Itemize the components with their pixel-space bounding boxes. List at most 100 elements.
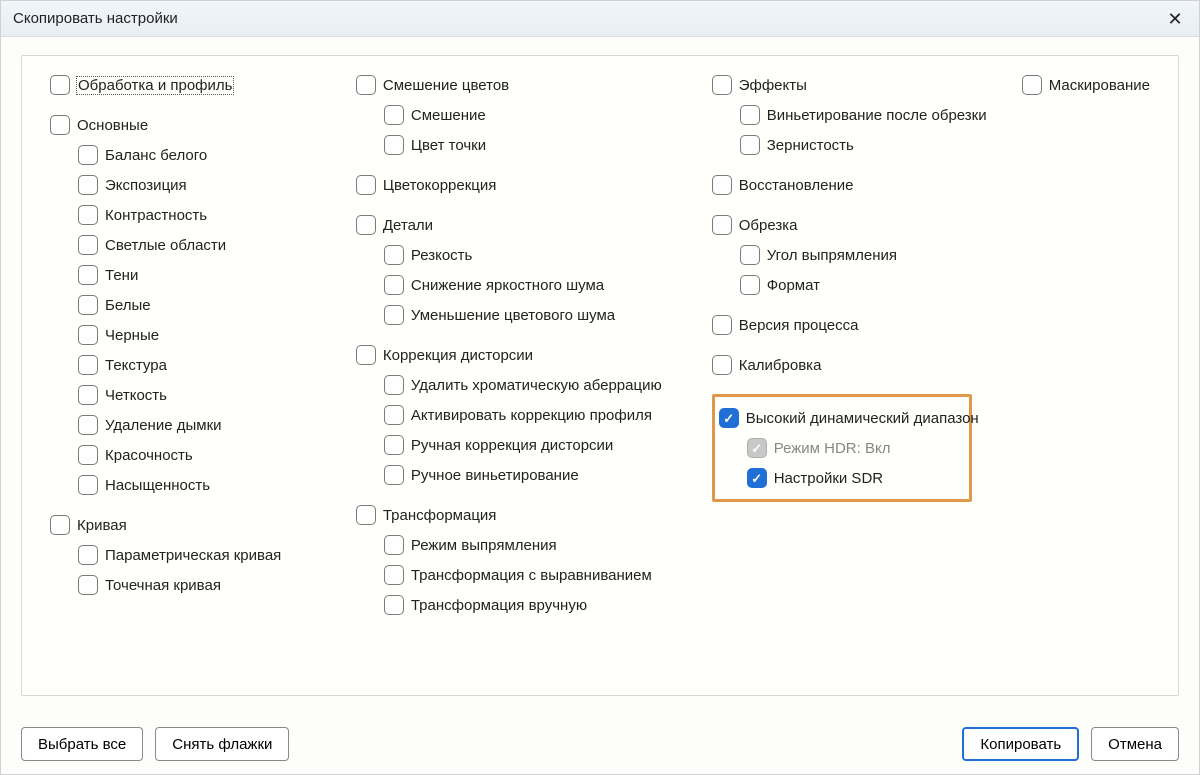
label-whites[interactable]: Белые	[105, 297, 151, 314]
options-panel: Обработка и профиль Основные Баланс бело…	[21, 55, 1179, 696]
label-angle[interactable]: Угол выпрямления	[767, 247, 897, 264]
label-manual-vig[interactable]: Ручное виньетирование	[411, 467, 579, 484]
label-blacks[interactable]: Черные	[105, 327, 159, 344]
checkbox-aspect[interactable]	[740, 275, 760, 295]
checkbox-point[interactable]	[78, 575, 98, 595]
label-basic[interactable]: Основные	[77, 117, 148, 134]
label-ca[interactable]: Удалить хроматическую аберрацию	[411, 377, 662, 394]
label-colormix[interactable]: Смешение цветов	[383, 77, 509, 94]
checkbox-grain[interactable]	[740, 135, 760, 155]
checkbox-blacks[interactable]	[78, 325, 98, 345]
checkbox-effects[interactable]	[712, 75, 732, 95]
checkbox-vibrance[interactable]	[78, 445, 98, 465]
checkbox-saturation[interactable]	[78, 475, 98, 495]
label-hdr[interactable]: Высокий динамический диапазон	[746, 410, 979, 427]
checkbox-exposure[interactable]	[78, 175, 98, 195]
label-shadows[interactable]: Тени	[105, 267, 138, 284]
label-vibrance[interactable]: Красочность	[105, 447, 193, 464]
checkbox-pv[interactable]	[712, 315, 732, 335]
checkbox-colormix[interactable]	[356, 75, 376, 95]
label-calibration[interactable]: Калибровка	[739, 357, 822, 374]
checkbox-shadows[interactable]	[78, 265, 98, 285]
checkbox-contrast[interactable]	[78, 205, 98, 225]
label-treatment[interactable]: Обработка и профиль	[77, 77, 233, 94]
label-manual-transforms[interactable]: Трансформация вручную	[411, 597, 587, 614]
label-transform[interactable]: Трансформация	[383, 507, 497, 524]
label-parametric[interactable]: Параметрическая кривая	[105, 547, 281, 564]
label-wb[interactable]: Баланс белого	[105, 147, 207, 164]
checkbox-whites[interactable]	[78, 295, 98, 315]
checkbox-lens[interactable]	[356, 345, 376, 365]
label-healing[interactable]: Восстановление	[739, 177, 854, 194]
checkbox-transform[interactable]	[356, 505, 376, 525]
checkbox-mix[interactable]	[384, 105, 404, 125]
label-colorgrading[interactable]: Цветокоррекция	[383, 177, 497, 194]
checkbox-crop[interactable]	[712, 215, 732, 235]
checkbox-parametric[interactable]	[78, 545, 98, 565]
checkbox-highlights[interactable]	[78, 235, 98, 255]
label-sdr[interactable]: Настройки SDR	[774, 470, 883, 487]
label-curve[interactable]: Кривая	[77, 517, 127, 534]
checkbox-clarity[interactable]	[78, 385, 98, 405]
checkbox-luminance-nr[interactable]	[384, 275, 404, 295]
checkbox-upright[interactable]	[384, 535, 404, 555]
label-dehaze[interactable]: Удаление дымки	[105, 417, 222, 434]
checkbox-upright-transforms[interactable]	[384, 565, 404, 585]
dialog-title: Скопировать настройки	[13, 1, 178, 37]
label-clarity[interactable]: Четкость	[105, 387, 167, 404]
select-none-button[interactable]: Снять флажки	[155, 727, 289, 761]
checkbox-colorgrading[interactable]	[356, 175, 376, 195]
label-upright-transforms[interactable]: Трансформация с выравниванием	[411, 567, 652, 584]
checkbox-healing[interactable]	[712, 175, 732, 195]
label-pv[interactable]: Версия процесса	[739, 317, 859, 334]
checkbox-pointcolor[interactable]	[384, 135, 404, 155]
label-highlights[interactable]: Светлые области	[105, 237, 226, 254]
checkbox-masking[interactable]	[1022, 75, 1042, 95]
checkbox-angle[interactable]	[740, 245, 760, 265]
label-crop[interactable]: Обрезка	[739, 217, 798, 234]
label-profile[interactable]: Активировать коррекцию профиля	[411, 407, 652, 424]
checkbox-profile[interactable]	[384, 405, 404, 425]
label-effects[interactable]: Эффекты	[739, 77, 807, 94]
checkbox-treatment[interactable]	[50, 75, 70, 95]
label-sharp[interactable]: Резкость	[411, 247, 473, 264]
checkbox-sharp[interactable]	[384, 245, 404, 265]
label-texture[interactable]: Текстура	[105, 357, 167, 374]
checkbox-texture[interactable]	[78, 355, 98, 375]
checkbox-manual-vig[interactable]	[384, 465, 404, 485]
checkbox-ca[interactable]	[384, 375, 404, 395]
checkbox-dehaze[interactable]	[78, 415, 98, 435]
copy-button[interactable]: Копировать	[962, 727, 1079, 761]
label-grain[interactable]: Зернистость	[767, 137, 854, 154]
label-upright[interactable]: Режим выпрямления	[411, 537, 557, 554]
label-saturation[interactable]: Насыщенность	[105, 477, 210, 494]
checkbox-basic[interactable]	[50, 115, 70, 135]
label-detail[interactable]: Детали	[383, 217, 433, 234]
label-exposure[interactable]: Экспозиция	[105, 177, 187, 194]
cancel-button[interactable]: Отмена	[1091, 727, 1179, 761]
checkbox-sdr[interactable]	[747, 468, 767, 488]
checkbox-color-nr[interactable]	[384, 305, 404, 325]
label-mix[interactable]: Смешение	[411, 107, 486, 124]
checkbox-wb[interactable]	[78, 145, 98, 165]
label-pointcolor[interactable]: Цвет точки	[411, 137, 486, 154]
label-point[interactable]: Точечная кривая	[105, 577, 221, 594]
label-luminance-nr[interactable]: Снижение яркостного шума	[411, 277, 604, 294]
hdr-highlight-box: Высокий динамический диапазон Режим HDR:…	[712, 394, 972, 502]
checkbox-manual-dist[interactable]	[384, 435, 404, 455]
checkbox-vignette[interactable]	[740, 105, 760, 125]
checkbox-detail[interactable]	[356, 215, 376, 235]
label-manual-dist[interactable]: Ручная коррекция дисторсии	[411, 437, 613, 454]
checkbox-curve[interactable]	[50, 515, 70, 535]
label-aspect[interactable]: Формат	[767, 277, 820, 294]
close-icon[interactable]: ✕	[1163, 1, 1187, 37]
checkbox-hdr[interactable]	[719, 408, 739, 428]
checkbox-manual-transforms[interactable]	[384, 595, 404, 615]
select-all-button[interactable]: Выбрать все	[21, 727, 143, 761]
label-vignette[interactable]: Виньетирование после обрезки	[767, 107, 987, 124]
label-masking[interactable]: Маскирование	[1049, 77, 1150, 94]
label-color-nr[interactable]: Уменьшение цветового шума	[411, 307, 615, 324]
label-lens[interactable]: Коррекция дисторсии	[383, 347, 533, 364]
checkbox-calibration[interactable]	[712, 355, 732, 375]
label-contrast[interactable]: Контрастность	[105, 207, 207, 224]
